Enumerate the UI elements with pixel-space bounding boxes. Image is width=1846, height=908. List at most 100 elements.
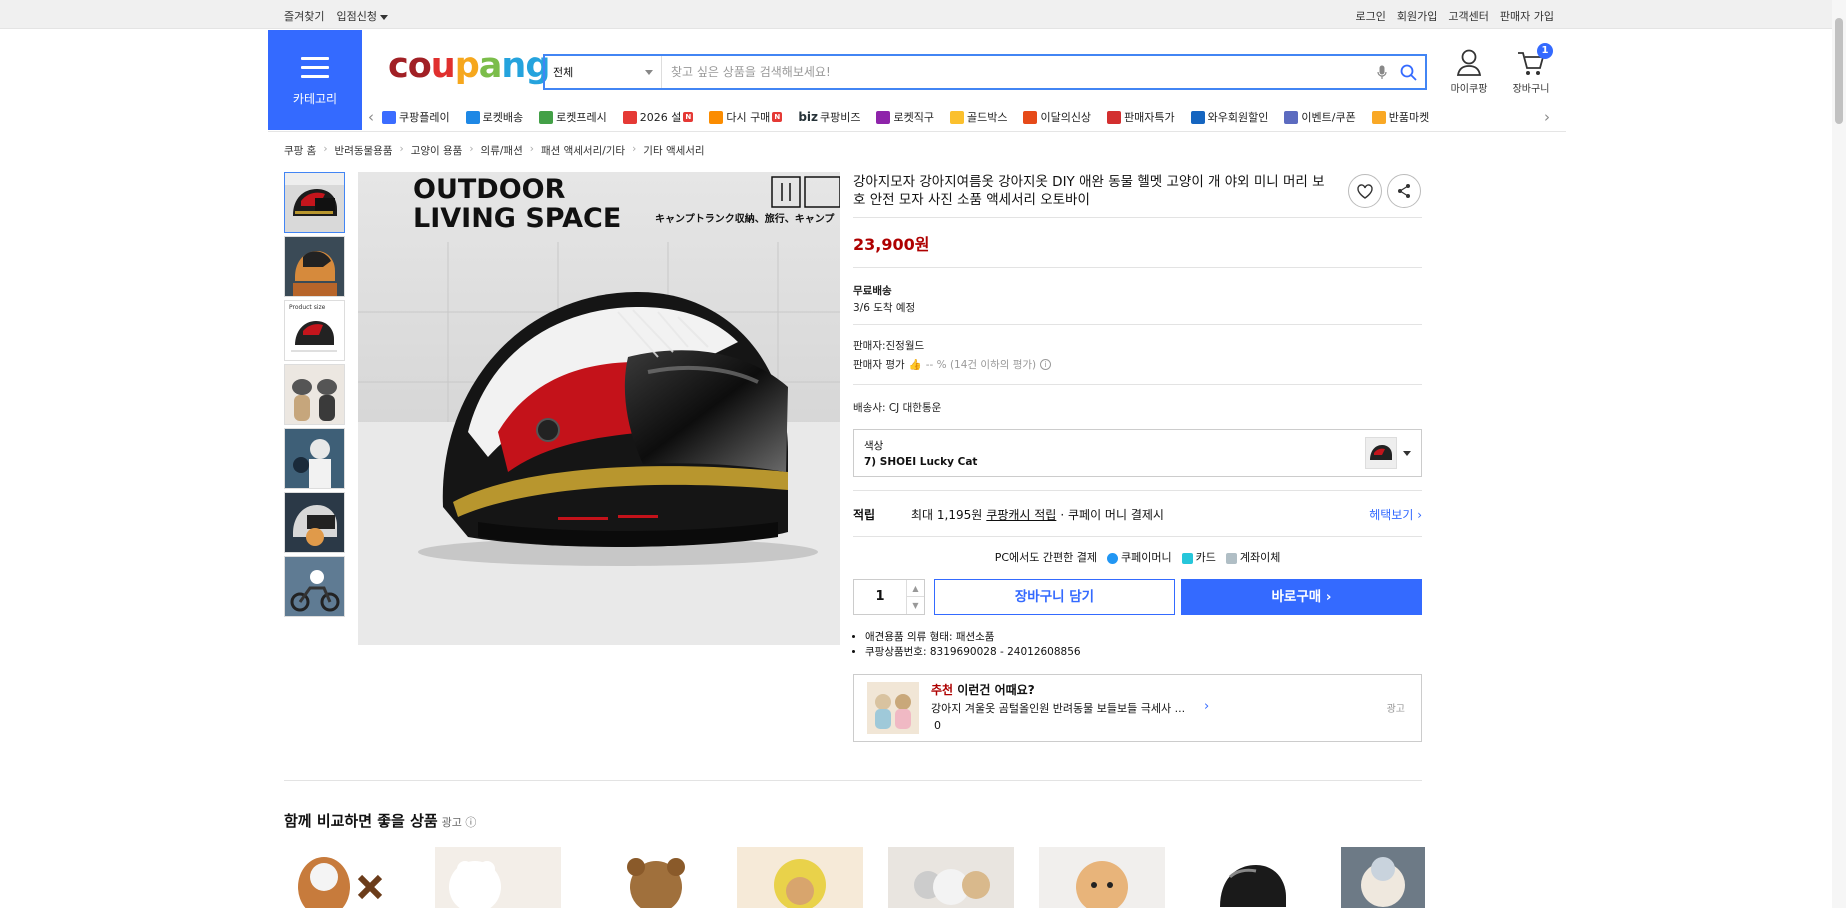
breadcrumb-separator-icon: ›	[529, 143, 534, 155]
logo-letter: a	[478, 46, 503, 86]
breadcrumb-item[interactable]: 패션 액세서리/기타	[541, 143, 625, 158]
category-button[interactable]: 카테고리	[268, 30, 362, 130]
nav-item[interactable]: 이달의신상	[1023, 109, 1091, 125]
thumbnail-2[interactable]	[284, 236, 345, 297]
compare-product-8[interactable]	[1341, 847, 1425, 908]
customer-center-link[interactable]: 고객센터	[1448, 8, 1488, 24]
nav-item[interactable]: 반품마켓	[1371, 109, 1429, 125]
shipping-title: 무료배송	[853, 285, 892, 297]
buy-now-button[interactable]: 바로구매 ›	[1181, 579, 1422, 615]
chevron-right-icon[interactable]: ›	[1204, 699, 1209, 714]
nav-item[interactable]: 다시 구매 N	[709, 109, 783, 125]
nav-next-icon[interactable]: ›	[1544, 108, 1558, 126]
cart-label: 장바구니	[1512, 84, 1550, 95]
decrease-icon[interactable]: ▼	[907, 597, 924, 614]
thumbnail-6[interactable]	[284, 492, 345, 553]
quantity-value[interactable]: 1	[854, 580, 906, 614]
option-select[interactable]: 색상 7) SHOEI Lucky Cat	[853, 429, 1422, 477]
breadcrumb-item[interactable]: 고양이 용품	[411, 143, 463, 158]
nav-item-icon	[465, 110, 480, 124]
info-icon[interactable]: i	[1040, 359, 1052, 370]
add-to-cart-button[interactable]: 장바구니 담기	[934, 579, 1175, 615]
product-title: 강아지모자 강아지여름옷 강아지옷 DIY 애완 동물 헬멧 고양이 개 야외 …	[853, 174, 1325, 208]
nav-item[interactable]: 골드박스	[949, 109, 1007, 125]
nav-item-icon	[622, 110, 637, 124]
reward-key: 적립	[853, 508, 876, 522]
seller-apply-label: 입점신청	[336, 10, 377, 23]
benefits-link[interactable]: 헤택보기 ›	[1369, 506, 1422, 523]
compare-product-1[interactable]	[284, 847, 410, 908]
seller-signup-link[interactable]: 판매자 가입	[1500, 8, 1554, 24]
top-utility-bar: 즐겨찾기 입점신청 로그인 회원가입 고객센터 판매자 가입	[0, 0, 1846, 29]
nav-item-label: 로켓배송	[482, 111, 524, 124]
thumbnail-4[interactable]	[284, 364, 345, 425]
page-scrollbar[interactable]	[1832, 0, 1846, 908]
search-input[interactable]	[662, 56, 1369, 88]
coupang-cash-link[interactable]: 쿠팡캐시 적립	[986, 506, 1056, 523]
thumbnail-1[interactable]	[284, 172, 345, 233]
main-product-image[interactable]: OUTDOOR LIVING SPACE キャンプトランク収納、旅行、キャンプ	[358, 172, 840, 645]
nav-item[interactable]: 로켓프레시	[539, 109, 607, 125]
recommend-count: 0	[934, 719, 941, 732]
heart-icon	[1357, 183, 1373, 199]
nav-item-icon	[1190, 110, 1205, 124]
nav-item[interactable]: 2026 설N	[622, 109, 694, 125]
seller-apply-link[interactable]: 입점신청	[336, 8, 388, 24]
coupang-logo[interactable]: coupang	[388, 46, 550, 86]
nav-item-label: 와우회원할인	[1207, 111, 1269, 124]
nav-item-label: 로켓프레시	[556, 111, 607, 124]
wishlist-button[interactable]	[1348, 174, 1382, 208]
share-button[interactable]	[1387, 174, 1421, 208]
increase-icon[interactable]: ▲	[907, 580, 924, 597]
thumbnail-7[interactable]	[284, 556, 345, 617]
seller-rating-value: -- % (14건 이하의 평가)	[925, 359, 1037, 371]
search-icon[interactable]	[1395, 56, 1421, 88]
compare-product-6[interactable]	[1039, 847, 1165, 908]
breadcrumb-item[interactable]: 반려동물용품	[335, 143, 393, 158]
nav-item-icon	[949, 110, 964, 124]
breadcrumb-item[interactable]: 기타 액세서리	[643, 143, 704, 158]
scrollbar-thumb[interactable]	[1835, 18, 1843, 124]
favorites-link[interactable]: 즐겨찾기	[284, 8, 324, 24]
mypage-button[interactable]: 마이쿠팡	[1442, 48, 1496, 95]
chevron-down-icon	[645, 69, 653, 75]
mic-icon[interactable]	[1369, 56, 1395, 88]
ad-label: 광고	[1386, 704, 1405, 715]
coupay-money-method: 쿠페이머니	[1106, 549, 1172, 565]
nav-item-label: 판매자특가	[1124, 111, 1175, 124]
signup-link[interactable]: 회원가입	[1397, 8, 1437, 24]
thumbnail-5[interactable]	[284, 428, 345, 489]
compare-product-5[interactable]	[888, 847, 1014, 908]
nav-item-label: 쿠팡플레이	[399, 111, 450, 124]
login-link[interactable]: 로그인	[1356, 8, 1386, 24]
nav-item[interactable]: 로켓직구	[876, 109, 934, 125]
category-nav: ‹ 쿠팡플레이 로켓배송 로켓프레시 2026 설 N 다시 구매 N biz 쿠팡비즈 로켓직구…	[368, 104, 1558, 130]
nav-item[interactable]: biz 쿠팡비즈	[798, 109, 860, 125]
compare-product-2[interactable]	[435, 847, 561, 908]
nav-item[interactable]: 와우회원할인	[1190, 109, 1269, 125]
nav-item-icon	[1371, 110, 1386, 124]
nav-item-label: 이벤트/쿠폰	[1301, 111, 1356, 124]
nav-item[interactable]: 로켓배송	[465, 109, 524, 125]
chevron-down-icon	[379, 14, 388, 20]
quantity-stepper: 1 ▲ ▼	[853, 579, 925, 615]
share-icon	[1398, 184, 1410, 198]
nav-prev-icon[interactable]: ‹	[368, 108, 382, 126]
breadcrumb-item[interactable]: 의류/패션	[481, 143, 523, 158]
nav-item[interactable]: 판매자특가	[1107, 109, 1175, 125]
compare-product-3[interactable]	[586, 847, 712, 908]
reward-condition: · 쿠페이 머니 결제시	[1060, 508, 1164, 522]
search-bar: 전체	[543, 54, 1427, 90]
logo-letter: n	[501, 46, 526, 86]
thumbnail-3[interactable]: Product size	[284, 300, 345, 361]
nav-item-icon	[382, 110, 396, 124]
recommend-box[interactable]: 추천 이런건 어때요? 강아지 겨울옷 곰털올인원 반려동물 보들보들 극세사 …	[853, 674, 1422, 742]
breadcrumb-item[interactable]: 쿠팡 홈	[284, 143, 316, 158]
compare-product-7[interactable]	[1190, 847, 1316, 908]
nav-item[interactable]: 쿠팡플레이	[382, 109, 450, 125]
compare-product-4[interactable]	[737, 847, 863, 908]
search-category-select[interactable]: 전체	[545, 56, 662, 88]
divider	[853, 490, 1422, 491]
bank-icon	[1225, 552, 1237, 564]
nav-item[interactable]: 이벤트/쿠폰	[1284, 109, 1356, 125]
